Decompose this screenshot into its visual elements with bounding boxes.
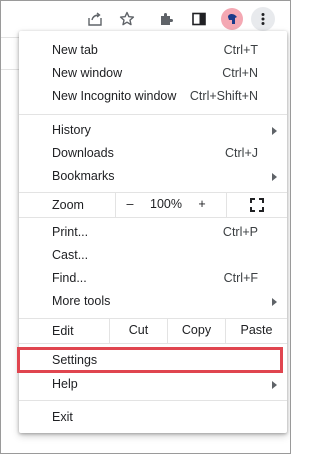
zoom-out-button[interactable]: – (116, 193, 144, 216)
menu-item-exit[interactable]: Exit (19, 406, 287, 429)
menu-item-label: History (52, 123, 91, 137)
submenu-arrow-icon (272, 173, 277, 181)
menu-item-shortcut: Ctrl+P (222, 225, 258, 239)
menu-item-print[interactable]: Print... Ctrl+P (19, 221, 287, 244)
page-divider (1, 69, 19, 70)
menu-separator (19, 343, 287, 344)
menu-item-more-tools[interactable]: More tools (19, 290, 287, 313)
avatar (221, 8, 243, 30)
menu-zoom-row: Zoom – 100% + (19, 193, 287, 217)
side-panel-icon[interactable] (187, 7, 211, 31)
copy-button[interactable]: Copy (168, 319, 225, 342)
menu-item-label: New Incognito window (52, 89, 177, 103)
puzzle-glyph (161, 13, 173, 25)
menu-item-label: Downloads (52, 146, 114, 160)
menu-item-label: Find... (52, 271, 87, 285)
menu-item-label: New tab (52, 43, 98, 57)
zoom-label: Zoom (52, 198, 84, 212)
menu-item-label: New window (52, 66, 123, 80)
submenu-arrow-icon (272, 298, 277, 306)
menu-item-new-window[interactable]: New window Ctrl+N (19, 62, 287, 85)
more-menu-icon[interactable] (251, 7, 275, 31)
menu-item-bookmarks[interactable]: Bookmarks (19, 165, 287, 188)
fullscreen-icon (250, 197, 264, 212)
paste-button[interactable]: Paste (226, 319, 287, 342)
fullscreen-button[interactable] (227, 193, 287, 216)
settings-highlight-box (17, 347, 283, 373)
menu-item-shortcut: Ctrl+F (223, 271, 258, 285)
menu-item-find[interactable]: Find... Ctrl+F (19, 267, 287, 290)
kebab-glyph (261, 13, 265, 25)
zoom-level: 100% (150, 197, 182, 211)
bookmark-star-icon[interactable] (115, 7, 139, 31)
menu-separator (19, 114, 287, 115)
submenu-arrow-icon (272, 381, 277, 389)
menu-item-label: Print... (52, 225, 89, 239)
avatar-glyph (228, 13, 237, 24)
menu-item-new-incognito-window[interactable]: New Incognito window Ctrl+Shift+N (19, 85, 287, 108)
menu-edit-row: Edit Cut Copy Paste (19, 319, 287, 343)
cut-button[interactable]: Cut (110, 319, 167, 342)
menu-item-cast[interactable]: Cast... (19, 244, 287, 267)
zoom-in-button[interactable]: + (188, 193, 216, 216)
menu-item-help[interactable]: Help (19, 373, 287, 396)
menu-item-shortcut: Ctrl+T (223, 43, 258, 57)
menu-separator (19, 217, 287, 218)
menu-item-shortcut: Ctrl+Shift+N (189, 89, 258, 103)
menu-item-label: Exit (52, 410, 73, 424)
menu-item-history[interactable]: History (19, 119, 287, 142)
share-glyph (88, 12, 102, 26)
menu-item-label: More tools (52, 294, 111, 308)
menu-item-downloads[interactable]: Downloads Ctrl+J (19, 142, 287, 165)
menu-separator (19, 400, 287, 401)
menu-item-label: Bookmarks (52, 169, 115, 183)
star-glyph (119, 11, 135, 26)
profile-avatar-icon[interactable] (220, 7, 244, 31)
menu-item-label: Help (52, 377, 78, 391)
browser-window: New tab Ctrl+T New window Ctrl+N New Inc… (0, 0, 291, 454)
menu-item-shortcut: Ctrl+J (225, 146, 258, 160)
menu-item-new-tab[interactable]: New tab Ctrl+T (19, 39, 287, 62)
menu-item-label: Cast... (52, 248, 89, 262)
submenu-arrow-icon (272, 127, 277, 135)
edit-label: Edit (52, 324, 74, 338)
extensions-icon[interactable] (155, 7, 179, 31)
chrome-main-menu: New tab Ctrl+T New window Ctrl+N New Inc… (17, 31, 287, 433)
share-icon[interactable] (83, 7, 107, 31)
side-panel-glyph (192, 12, 206, 26)
menu-item-shortcut: Ctrl+N (222, 66, 258, 80)
